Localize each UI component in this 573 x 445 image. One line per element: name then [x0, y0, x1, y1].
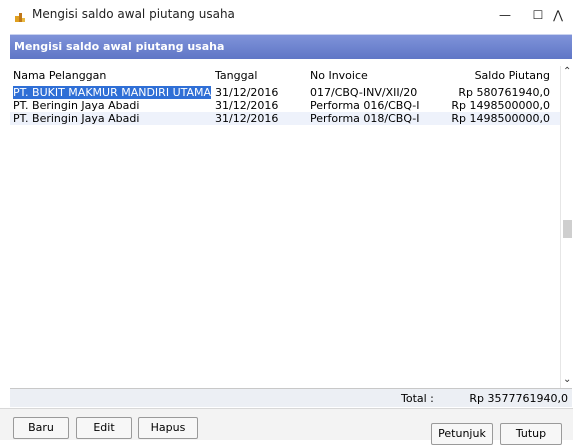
scrollbar-thumb[interactable]: [563, 220, 572, 238]
cell-customer[interactable]: PT. Beringin Jaya Abadi: [13, 112, 211, 125]
cell-invoice[interactable]: 017/CBQ-INV/XII/20: [310, 86, 450, 99]
table-header: Nama Pelanggan Tanggal No Invoice Saldo …: [10, 69, 560, 82]
cell-date[interactable]: 31/12/2016: [215, 112, 305, 125]
app-icon: [15, 13, 25, 22]
receivables-table[interactable]: Nama Pelanggan Tanggal No Invoice Saldo …: [10, 66, 560, 388]
cell-date[interactable]: 31/12/2016: [215, 99, 305, 112]
delete-button[interactable]: Hapus: [138, 417, 198, 439]
table-row[interactable]: PT. Beringin Jaya Abadi 31/12/2016 Perfo…: [10, 99, 560, 112]
column-header-balance[interactable]: Saldo Piutang: [450, 69, 550, 82]
vertical-scrollbar[interactable]: ⌃ ⌄: [560, 66, 573, 388]
cell-balance[interactable]: Rp 1498500000,0: [450, 112, 550, 125]
cell-customer[interactable]: PT. BUKIT MAKMUR MANDIRI UTAMA: [13, 86, 211, 99]
cell-balance[interactable]: Rp 580761940,0: [450, 86, 550, 99]
table-row[interactable]: PT. Beringin Jaya Abadi 31/12/2016 Perfo…: [10, 112, 560, 125]
form-header: Mengisi saldo awal piutang usaha: [10, 34, 572, 59]
collapse-button[interactable]: ⋀: [540, 4, 573, 26]
scroll-down-icon[interactable]: ⌄: [563, 374, 571, 385]
column-header-date[interactable]: Tanggal: [215, 69, 305, 82]
new-button[interactable]: Baru: [13, 417, 69, 439]
cell-date[interactable]: 31/12/2016: [215, 86, 305, 99]
close-button[interactable]: Tutup: [500, 423, 562, 445]
column-header-customer[interactable]: Nama Pelanggan: [13, 69, 211, 82]
window-title: Mengisi saldo awal piutang usaha: [32, 7, 235, 21]
window-titlebar: Mengisi saldo awal piutang usaha — ☐ ⋀: [0, 0, 573, 32]
table-row[interactable]: PT. BUKIT MAKMUR MANDIRI UTAMA 31/12/201…: [10, 86, 560, 99]
cell-balance[interactable]: Rp 1498500000,0: [450, 99, 550, 112]
edit-button[interactable]: Edit: [76, 417, 132, 439]
total-bar: Total : Rp 3577761940,0: [10, 389, 572, 407]
cell-invoice[interactable]: Performa 016/CBQ-I: [310, 99, 450, 112]
form-header-title: Mengisi saldo awal piutang usaha: [14, 40, 225, 53]
total-value: Rp 3577761940,0: [469, 392, 568, 405]
total-label: Total :: [401, 392, 434, 405]
cell-invoice[interactable]: Performa 018/CBQ-I: [310, 112, 450, 125]
cell-customer[interactable]: PT. Beringin Jaya Abadi: [13, 99, 211, 112]
minimize-button[interactable]: —: [487, 4, 523, 26]
help-button[interactable]: Petunjuk: [431, 423, 493, 445]
column-header-invoice[interactable]: No Invoice: [310, 69, 450, 82]
scroll-up-icon[interactable]: ⌃: [563, 66, 571, 77]
